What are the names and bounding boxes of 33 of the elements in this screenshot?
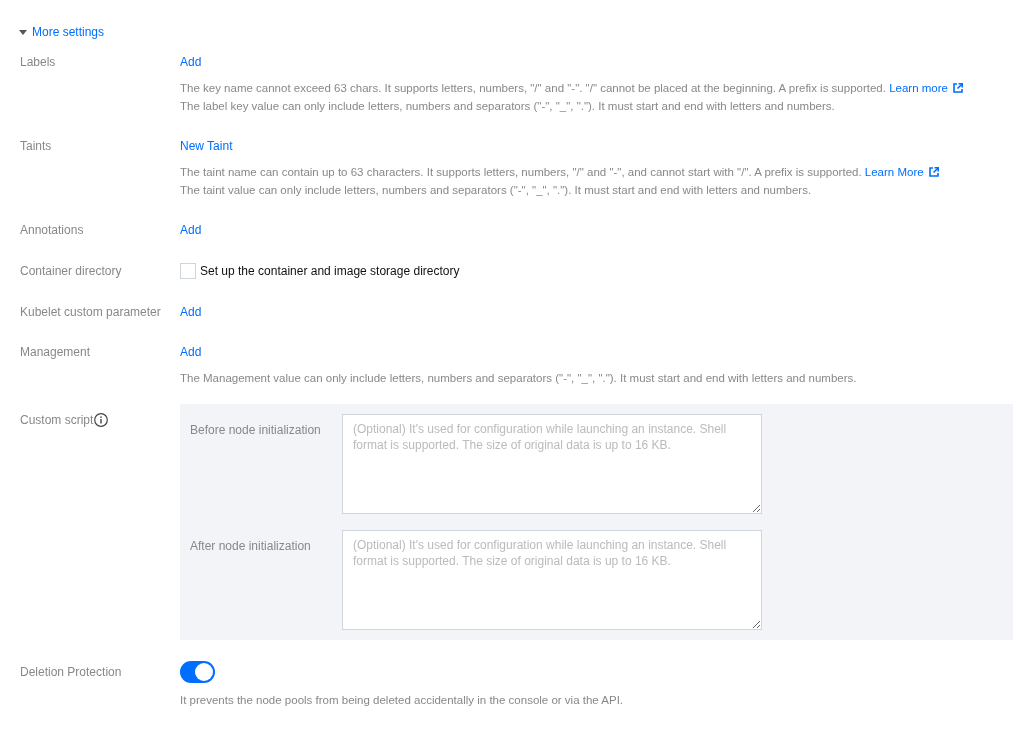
script-textarea[interactable]: (Optional) It's used for configuration while launching an instance. Shell format is supported. The size of original data is up to 16 KB. — [342, 414, 762, 514]
external-link-icon — [952, 83, 963, 93]
external-link-icon — [928, 167, 939, 177]
script-label: Before node initialization — [190, 422, 322, 439]
help-text: It prevents the node pools from being deleted accidentally in the console or via the API. — [180, 693, 625, 708]
help-text: The taint name can contain up to 63 characters. It supports letters, numbers, "/" and "-", and cannot start with "/". A prefix is supported. Learn More — [180, 163, 1013, 181]
learn-more-link[interactable]: Learn more — [889, 82, 963, 94]
field-label: Deletion Protection — [20, 664, 122, 681]
script-label: After node initialization — [190, 538, 312, 555]
checkbox-label: Set up the container and image storage directory — [200, 264, 460, 278]
info-icon[interactable] — [94, 413, 109, 427]
add-link[interactable]: Add — [180, 55, 202, 69]
help-text: The Management value can only include letters, numbers and separators ("-", "_", "."). It must start and end with letters and numbers. — [180, 371, 858, 386]
add-link[interactable]: Add — [180, 223, 202, 237]
script-textarea[interactable]: (Optional) It's used for configuration while launching an instance. Shell format is supported. The size of original data is up to 16 KB. — [342, 530, 762, 630]
field-label: Annotations — [20, 222, 84, 239]
field-label: Taints — [20, 138, 52, 155]
help-text: The key name cannot exceed 63 chars. It supports letters, numbers, "/" and "-". "/" cannot be placed at the beginning. A prefix is supported. Learn more — [180, 79, 1013, 97]
checkbox[interactable] — [180, 263, 196, 279]
field-label: Kubelet custom parameter — [20, 304, 161, 321]
field-label: Labels — [20, 54, 56, 71]
caret-icon — [19, 29, 27, 35]
learn-more-link[interactable]: Learn More — [864, 166, 939, 178]
add-link[interactable]: Add — [180, 345, 202, 359]
field-label: Container directory — [20, 263, 122, 280]
help-text: The label key value can only include letters, numbers and separators ("-", "_", "."). It must start and end with letters and numbers. — [180, 99, 836, 114]
add-link[interactable]: Add — [180, 305, 202, 319]
field-label: Custom script — [20, 412, 94, 429]
more-settings-toggle[interactable]: More settings — [19, 23, 105, 41]
toggle-switch[interactable] — [180, 661, 215, 683]
help-text: The taint value can only include letters, numbers and separators ("-", "_", "."). It must start and end with letters and numbers. — [180, 183, 813, 198]
field-label: Management — [20, 344, 91, 361]
add-link[interactable]: New Taint — [180, 139, 233, 153]
